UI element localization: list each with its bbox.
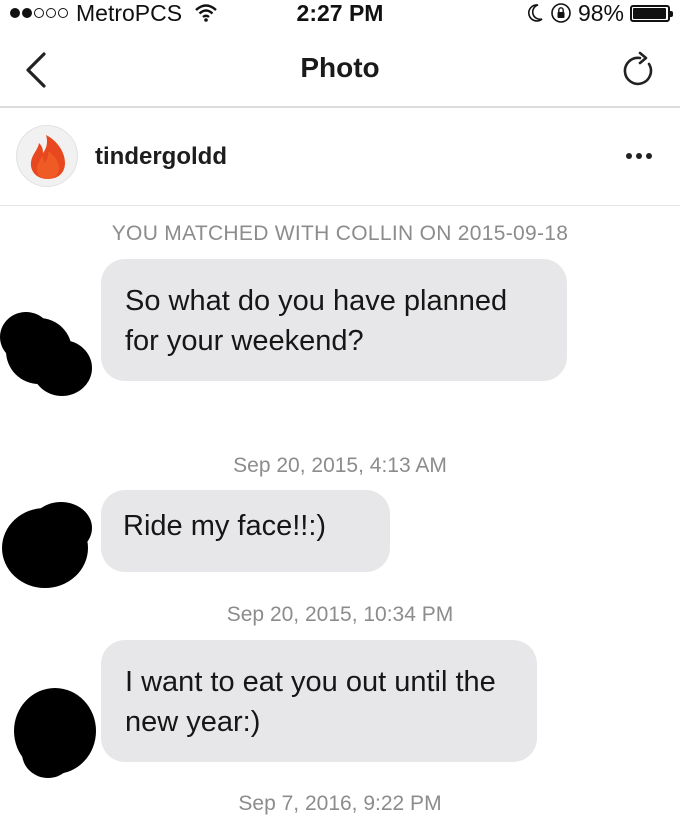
redaction-blot bbox=[22, 728, 74, 778]
more-options-button[interactable] bbox=[622, 146, 656, 166]
match-notice: YOU MATCHED WITH COLLIN ON 2015-09-18 bbox=[111, 222, 569, 245]
status-bar: MetroPCS 2:27 PM 98% bbox=[0, 0, 680, 30]
message-bubble: I want to eat you out until the new year… bbox=[101, 640, 537, 762]
message-timestamp: Sep 7, 2016, 9:22 PM bbox=[238, 792, 442, 815]
message-text: So what do you have planned for your wee… bbox=[125, 285, 508, 357]
username[interactable]: tindergoldd bbox=[95, 143, 227, 171]
redaction-blot bbox=[32, 340, 92, 396]
message-timestamp: Sep 20, 2015, 4:13 AM bbox=[233, 454, 447, 477]
avatar[interactable] bbox=[16, 125, 78, 187]
battery-percent: 98% bbox=[577, 0, 624, 26]
refresh-icon bbox=[623, 51, 653, 86]
nav-bar: Photo bbox=[0, 30, 680, 108]
message-text: I want to eat you out until the new year… bbox=[125, 666, 496, 738]
profile-row[interactable]: tindergoldd bbox=[0, 108, 680, 206]
refresh-button[interactable] bbox=[618, 50, 658, 90]
message-text: Ride my face!!:) bbox=[123, 510, 327, 542]
message-timestamp: Sep 20, 2015, 10:34 PM bbox=[226, 603, 454, 626]
page-title: Photo bbox=[300, 52, 380, 83]
flame-icon bbox=[30, 135, 65, 179]
status-right: 98% bbox=[526, 0, 673, 26]
battery-icon bbox=[630, 4, 673, 22]
message-bubble: So what do you have planned for your wee… bbox=[101, 259, 567, 381]
message-bubble: Ride my face!!:) bbox=[101, 490, 390, 572]
rotation-lock-icon bbox=[551, 3, 571, 23]
more-icon bbox=[626, 153, 632, 159]
redaction-blot bbox=[30, 502, 92, 554]
moon-icon bbox=[527, 4, 543, 22]
